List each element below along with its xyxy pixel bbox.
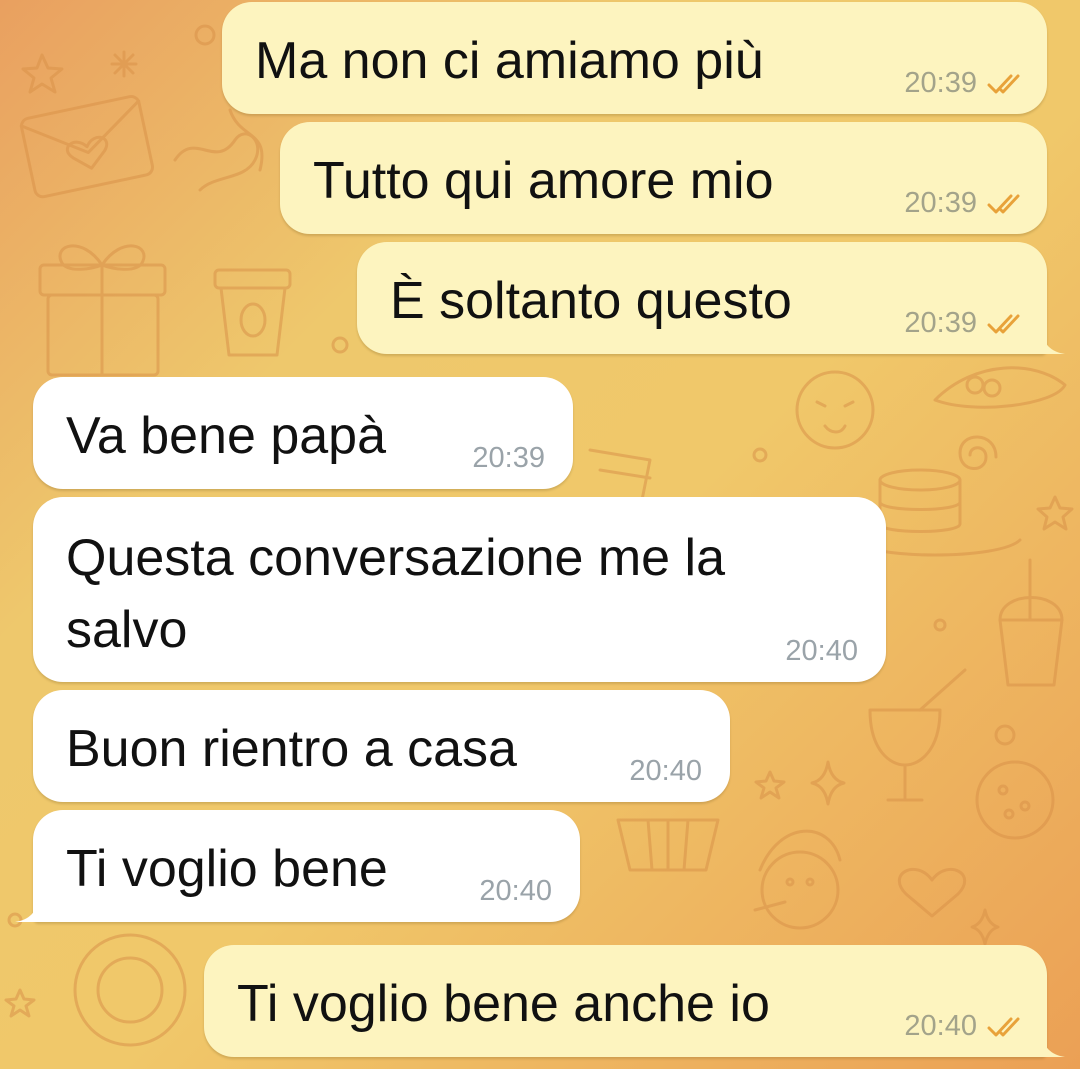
hat-doodle [933,366,1067,409]
message-meta: 20:40 [785,635,858,668]
drink-doodle [998,558,1064,687]
cocktail-doodle [868,668,967,802]
incoming-message[interactable]: Questa conversazione me la salvo 20:40 [33,497,886,682]
message-meta: 20:39 [904,67,1027,100]
outgoing-message[interactable]: È soltanto questo 20:39 [357,242,1065,354]
outgoing-message[interactable]: Ma non ci amiamo più 20:39 [222,2,1047,114]
message-time: 20:40 [479,875,552,907]
message-meta: 20:39 [904,307,1027,340]
sparkle-doodle [810,760,846,806]
double-check-icon [987,74,1020,93]
star-doodle [1036,495,1074,531]
message-time: 20:40 [904,1010,977,1042]
incoming-message[interactable]: Va bene papà 20:39 [33,377,573,489]
message-text: Ma non ci amiamo più [255,32,764,90]
snowman-doodle [753,829,842,930]
message-text: Ti voglio bene [66,840,388,898]
incoming-message[interactable]: Buon rientro a casa 20:40 [33,690,730,802]
message-time: 20:39 [472,442,545,474]
message-time: 20:39 [904,187,977,219]
bubble-tail [15,898,39,922]
star-doodle [754,770,786,800]
spiral-doodle [958,435,998,470]
message-time: 20:39 [904,67,977,99]
gift-doodle [38,244,167,377]
message-text: Buon rientro a casa [66,720,517,778]
smiley-doodle [795,370,875,450]
sled-doodle [588,448,652,502]
message-text: Questa conversazione me la salvo [66,529,726,659]
heart-doodle [897,868,967,918]
double-check-icon [987,1017,1020,1036]
double-check-icon [987,314,1020,333]
message-time: 20:39 [904,307,977,339]
ribbon-doodle [173,132,260,192]
message-meta: 20:40 [904,1010,1027,1043]
cookie-doodle [975,760,1055,840]
message-meta: 20:40 [479,875,552,908]
ribbon-doodle [228,108,264,172]
cupcake-doodle [616,818,720,872]
incoming-message[interactable]: Ti voglio bene 20:40 [15,810,580,922]
outgoing-message[interactable]: Tutto qui amore mio 20:39 [280,122,1047,234]
message-meta: 20:39 [904,187,1027,220]
bubble-tail [1041,330,1065,354]
outgoing-message[interactable]: Ti voglio bene anche io 20:40 [204,945,1065,1057]
star-doodle [4,988,36,1018]
sparkle-doodle [970,908,1000,946]
message-time: 20:40 [785,635,858,667]
wreath-doodle [73,933,187,1047]
star-doodle [21,53,64,94]
coffee-cup-doodle [213,268,292,357]
bubble-tail [1041,1033,1065,1057]
message-meta: 20:40 [629,755,702,788]
message-meta: 20:39 [472,442,545,475]
envelope-heart-doodle [19,95,155,199]
message-text: È soltanto questo [390,272,792,330]
message-text: Ti voglio bene anche io [237,975,770,1033]
message-time: 20:40 [629,755,702,787]
snowflake-doodle [110,50,138,78]
double-check-icon [987,194,1020,213]
message-text: Va bene papà [66,407,386,465]
message-text: Tutto qui amore mio [313,152,774,210]
